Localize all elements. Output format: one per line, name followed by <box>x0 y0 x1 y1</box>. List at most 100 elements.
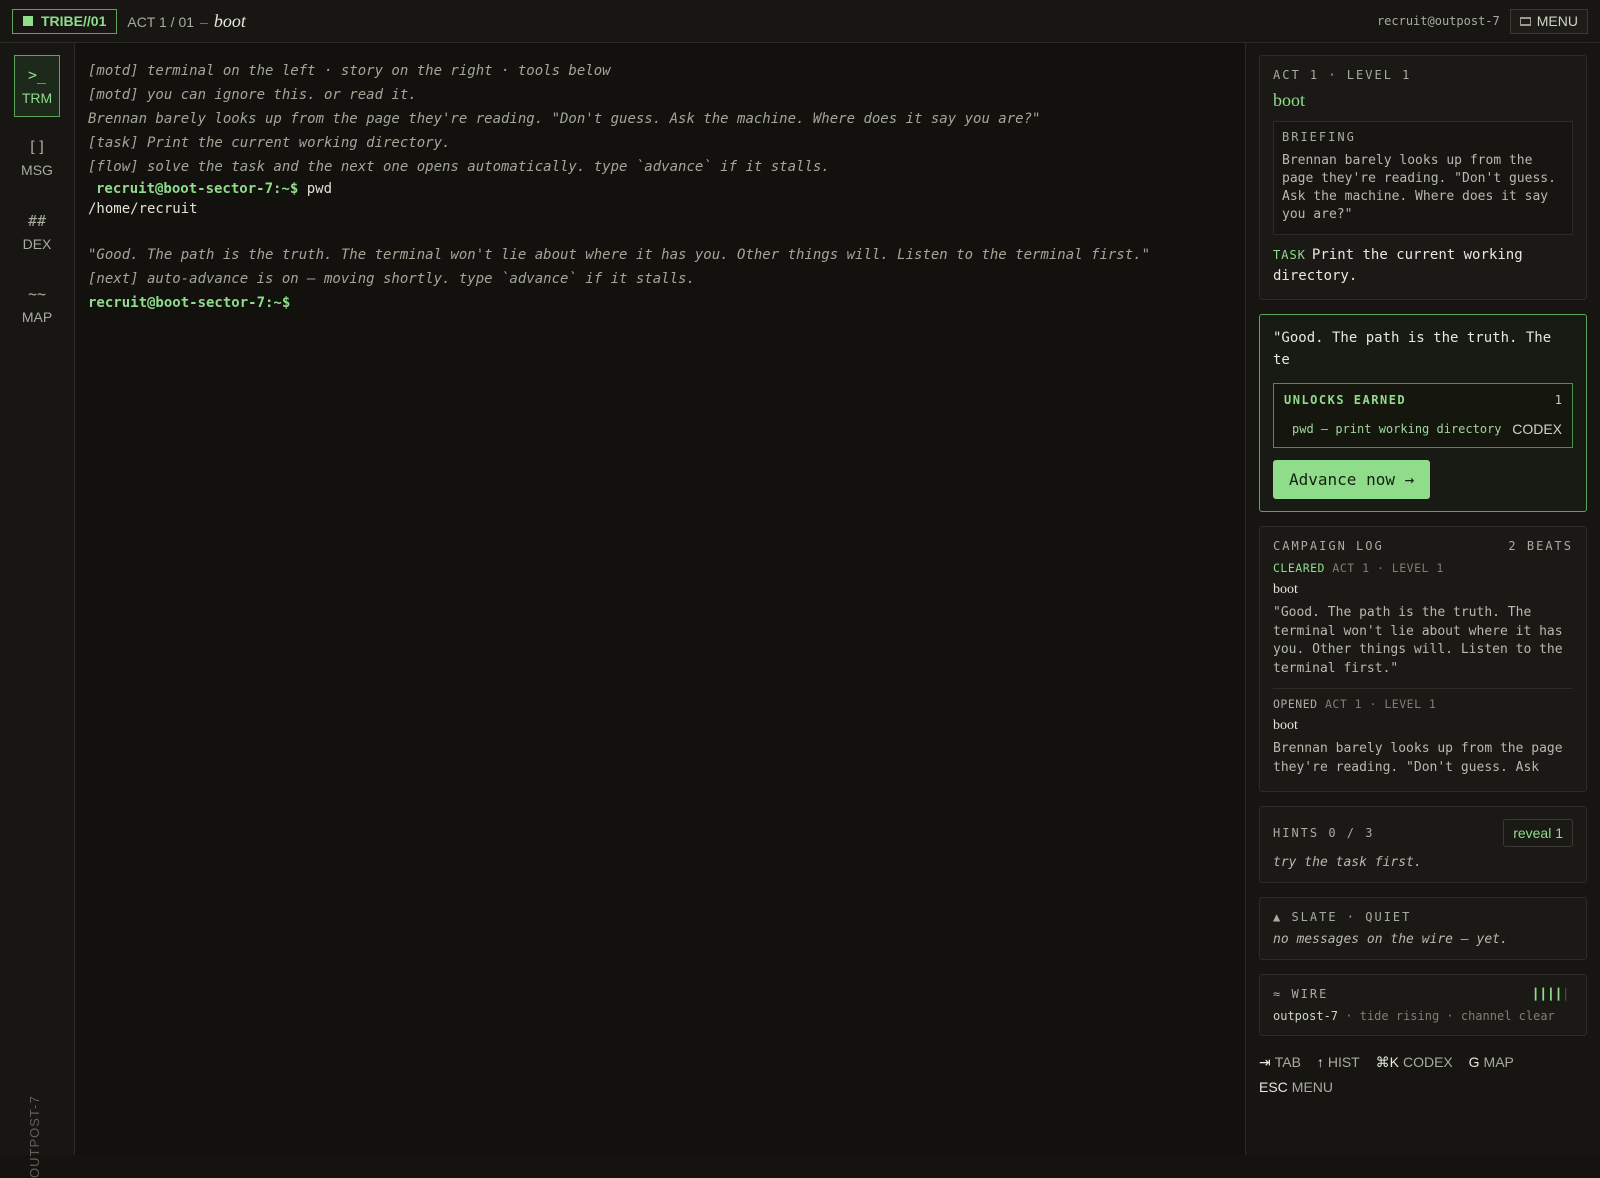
wire-status-text: · tide rising · channel clear <box>1345 1009 1555 1023</box>
active-input-line[interactable]: recruit@boot-sector-7:~$ <box>88 291 1232 315</box>
hints-note: try the task first. <box>1273 855 1422 870</box>
act-label: ACT 1 / 01 <box>127 13 195 30</box>
dex-icon: ## <box>27 212 47 230</box>
slate-note: no messages on the wire — yet. <box>1273 932 1508 947</box>
entry-meta: ACT 1 · LEVEL 1 <box>1324 697 1437 711</box>
rail-item-label: TRM <box>21 90 53 106</box>
command-line: recruit@boot-sector-7:~$ pwd <box>88 179 1232 199</box>
terminal-line: Brennan barely looks up from the page th… <box>88 111 1041 127</box>
breadcrumb: ACT 1 / 01– boot <box>127 11 245 32</box>
story-panel: ACT 1 · LEVEL 1 boot BRIEFING Brennan ba… <box>1245 43 1600 1155</box>
wire-card: ≈ WIRE ▎▎▎▎▏ outpost-7 · tide rising · c… <box>1259 974 1587 1036</box>
task-text: Print the current working directory. <box>1273 247 1523 284</box>
brand-label: TRIBE//01 <box>41 13 107 29</box>
wire-host: outpost-7 <box>1273 1009 1339 1023</box>
entry-name: boot <box>1273 718 1298 733</box>
task-label: TASK <box>1273 248 1306 262</box>
rail-item-label: MAP <box>21 309 53 325</box>
terminal-line: [flow] solve the task and the next one o… <box>88 159 830 175</box>
slate-card: ▲ SLATE · QUIET no messages on the wire … <box>1259 897 1587 960</box>
outpost-label: OUTPOST-7 <box>27 1095 42 1178</box>
briefing-box: BRIEFING Brennan barely looks up from th… <box>1273 121 1573 235</box>
shell-prompt: recruit@boot-sector-7:~$ <box>96 181 299 197</box>
entered-command: pwd <box>306 181 333 197</box>
task-line: TASK Print the current working directory. <box>1273 245 1573 287</box>
brand-badge[interactable]: TRIBE//01 <box>12 8 118 34</box>
shortcut-menu[interactable]: ESC MENU <box>1259 1079 1333 1095</box>
shortcut-codex[interactable]: ⌘K CODEX <box>1376 1054 1453 1070</box>
shortcut-key: ⇥ <box>1259 1054 1271 1070</box>
terminal-line: [motd] you can ignore this. or read it. <box>88 87 417 103</box>
reveal-hint-button[interactable]: reveal 1 <box>1503 819 1573 847</box>
signal-bars-icon: ▎▎▎▎▏ <box>1534 987 1573 1001</box>
shortcut-label: TAB <box>1274 1054 1301 1070</box>
rail-item-dex[interactable]: ## DEX <box>14 201 60 263</box>
entry-name: boot <box>1273 582 1298 597</box>
log-entry: CLEARED ACT 1 · LEVEL 1 boot "Good. The … <box>1273 553 1573 686</box>
unlock-command: pwd — print working directory <box>1292 422 1502 436</box>
shortcut-key: ⌘K <box>1375 1054 1399 1070</box>
terminal-line: "Good. The path is the truth. The termin… <box>88 247 1151 263</box>
terminal-line: [task] Print the current working directo… <box>88 135 451 151</box>
hints-card: HINTS 0 / 3 reveal 1 try the task first. <box>1259 806 1587 883</box>
unlock-item[interactable]: pwd — print working directory CODEX <box>1284 421 1562 437</box>
shortcut-key: ↑ <box>1316 1054 1324 1070</box>
codex-tag[interactable]: CODEX <box>1512 421 1562 437</box>
shortcut-key: G <box>1468 1054 1480 1070</box>
brand-square-icon <box>23 16 33 26</box>
shortcut-label: MENU <box>1291 1079 1334 1095</box>
entry-body: Brennan barely looks up from the page th… <box>1273 741 1563 775</box>
shortcut-bar: ⇥ TAB ↑ HIST ⌘K CODEX G MAP ESC MENU <box>1259 1050 1587 1100</box>
shortcut-map[interactable]: G MAP <box>1469 1054 1514 1070</box>
unlocks-label: UNLOCKS EARNED <box>1284 393 1407 407</box>
terminal-line: [motd] terminal on the left · story on t… <box>88 63 611 79</box>
level-title: boot <box>1273 90 1306 110</box>
terminal[interactable]: [motd] terminal on the left · story on t… <box>76 43 1244 1155</box>
wire-status: outpost-7 · tide rising · channel clear <box>1273 1009 1573 1023</box>
result-quote: "Good. The path is the truth. The te <box>1273 330 1552 368</box>
campaign-log: CAMPAIGN LOG 2 BEATS CLEARED ACT 1 · LEV… <box>1259 526 1587 792</box>
briefing-text: Brennan barely looks up from the page th… <box>1282 153 1556 222</box>
breadcrumb-separator: – <box>200 13 208 30</box>
log-label: CAMPAIGN LOG <box>1273 539 1384 553</box>
rail-item-terminal[interactable]: >_ TRM <box>14 55 60 117</box>
messages-icon: [] <box>27 138 47 156</box>
log-count: 2 BEATS <box>1508 539 1573 553</box>
side-rail: >_ TRM [] MSG ## DEX ~~ MAP OUTPOST-7 <box>0 43 75 1178</box>
result-card: "Good. The path is the truth. The te UNL… <box>1259 314 1587 512</box>
map-icon: ~~ <box>27 285 47 303</box>
menu-label: MENU <box>1536 13 1578 29</box>
command-output: /home/recruit <box>88 201 198 217</box>
shortcut-label: CODEX <box>1402 1054 1453 1070</box>
briefing-label: BRIEFING <box>1282 130 1356 144</box>
log-entry: OPENED ACT 1 · LEVEL 1 boot Brennan bare… <box>1273 688 1573 785</box>
shortcut-label: MAP <box>1483 1054 1514 1070</box>
terminal-icon: >_ <box>27 66 47 84</box>
slate-label: ▲ SLATE · QUIET <box>1273 910 1412 924</box>
hints-label: HINTS 0 / 3 <box>1273 826 1375 840</box>
wire-label: ≈ WIRE <box>1273 987 1329 1001</box>
menu-button[interactable]: MENU <box>1509 8 1588 34</box>
entry-body: "Good. The path is the truth. The termin… <box>1273 605 1563 676</box>
rail-item-map[interactable]: ~~ MAP <box>14 274 60 336</box>
top-bar: TRIBE//01 ACT 1 / 01– boot recruit@outpos… <box>0 0 1600 43</box>
menu-icon <box>1519 16 1531 26</box>
unlocks-box: UNLOCKS EARNED 1 pwd — print working dir… <box>1273 383 1573 448</box>
entry-status: OPENED <box>1273 697 1318 711</box>
rail-item-label: DEX <box>22 236 52 252</box>
shell-prompt: recruit@boot-sector-7:~$ <box>88 295 291 311</box>
rail-item-label: MSG <box>21 162 53 178</box>
shortcut-history[interactable]: ↑ HIST <box>1317 1054 1360 1070</box>
unlocks-count: 1 <box>1554 393 1562 407</box>
entry-status: CLEARED <box>1273 561 1325 575</box>
entry-meta: ACT 1 · LEVEL 1 <box>1332 561 1444 575</box>
level-label: ACT 1 · LEVEL 1 <box>1273 68 1412 82</box>
shortcut-key: ESC <box>1259 1079 1288 1095</box>
rail-item-messages[interactable]: [] MSG <box>14 127 60 189</box>
terminal-line: [next] auto-advance is on — moving short… <box>88 271 695 287</box>
shortcut-tab[interactable]: ⇥ TAB <box>1259 1054 1301 1070</box>
level-card: ACT 1 · LEVEL 1 boot BRIEFING Brennan ba… <box>1259 55 1587 300</box>
level-name: boot <box>213 10 246 31</box>
advance-button[interactable]: Advance now → <box>1273 460 1431 499</box>
